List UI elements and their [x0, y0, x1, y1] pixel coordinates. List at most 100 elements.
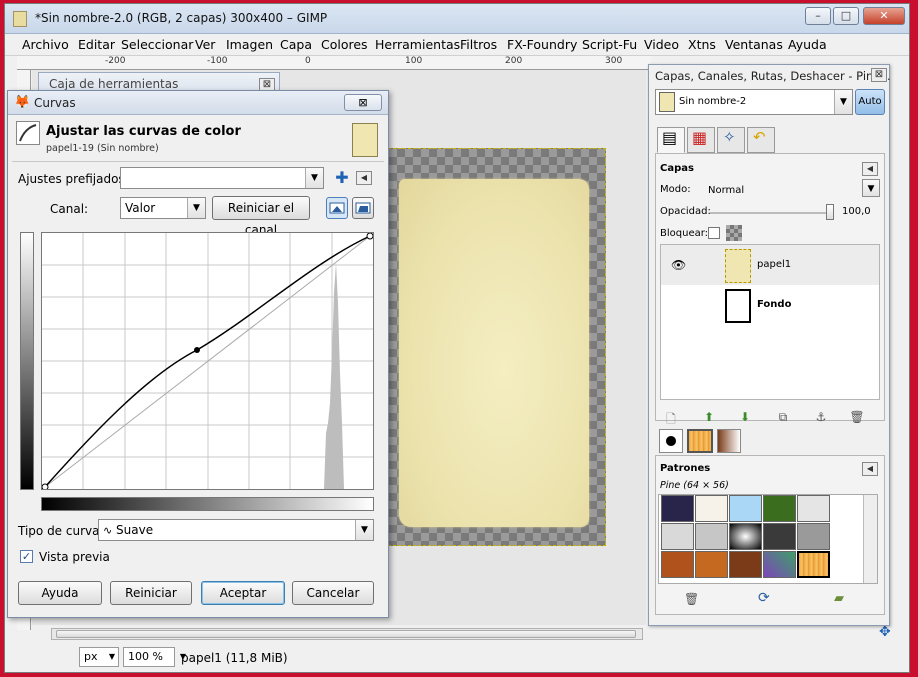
presets-combo[interactable]: ▼ — [120, 167, 324, 189]
patterns-panel: Patrones ◀ Pine (64 × 56) 🗑 ⟳ ▰ — [655, 455, 885, 615]
menu-ventanas[interactable]: Ventanas — [725, 37, 783, 52]
help-button[interactable]: Ayuda — [18, 581, 102, 605]
tab-undo[interactable]: ↶ — [747, 127, 775, 153]
panel-menu-icon[interactable]: ◀ — [862, 462, 878, 476]
log-histogram-icon[interactable] — [352, 197, 374, 219]
image-select[interactable]: Sin nombre-2 ▼ — [655, 89, 853, 115]
reset-channel-button[interactable]: Reiniciar el canal — [212, 196, 310, 237]
menu-editar[interactable]: Editar — [78, 37, 115, 52]
opacity-slider-handle[interactable] — [826, 204, 834, 220]
tab-paths[interactable]: ✧ — [717, 127, 745, 153]
curve-graph-svg[interactable] — [41, 232, 374, 491]
mode-value: Normal — [708, 185, 745, 196]
auto-button[interactable]: Auto — [855, 89, 885, 115]
cancel-button[interactable]: Cancelar — [292, 581, 374, 605]
pattern-swatch[interactable] — [661, 551, 694, 578]
ok-button[interactable]: Aceptar — [201, 581, 285, 605]
pattern-swatch-selected[interactable] — [797, 551, 830, 578]
panel-menu-icon[interactable]: ◀ — [862, 162, 878, 176]
horizontal-ruler[interactable]: -200 -100 0 100 200 300 — [17, 56, 651, 70]
preset-menu-icon[interactable]: ◀ — [356, 171, 372, 185]
layer-name[interactable]: Fondo — [757, 299, 791, 310]
title-bar[interactable]: *Sin nombre-2.0 (RGB, 2 capas) 300x400 –… — [5, 4, 909, 34]
menu-archivo[interactable]: Archivo — [22, 37, 69, 52]
opacity-value[interactable]: 100,0 — [842, 206, 871, 217]
duplicate-layer-icon[interactable]: ⧉ — [774, 410, 792, 425]
raise-layer-icon[interactable]: ⬆ — [700, 410, 718, 424]
menu-capa[interactable]: Capa — [280, 37, 312, 52]
linear-histogram-icon[interactable] — [326, 197, 348, 219]
menu-herramientas[interactable]: Herramientas — [375, 37, 460, 52]
pattern-swatch[interactable] — [729, 551, 762, 578]
channel-combo[interactable]: Valor ▼ — [120, 197, 206, 219]
pattern-swatch[interactable] — [763, 523, 796, 550]
pattern-swatch[interactable] — [763, 551, 796, 578]
pattern-swatch[interactable] — [695, 551, 728, 578]
menu-filtros[interactable]: Filtros — [460, 37, 497, 52]
menu-colores[interactable]: Colores — [321, 37, 368, 52]
curve-graph[interactable] — [41, 232, 374, 491]
pattern-swatch[interactable] — [797, 495, 830, 522]
curve-point[interactable] — [194, 347, 200, 353]
pattern-swatch[interactable] — [695, 523, 728, 550]
new-layer-icon[interactable]: 🗋 — [662, 410, 680, 431]
layer-name[interactable]: papel1 — [757, 259, 791, 270]
menu-ayuda[interactable]: Ayuda — [788, 37, 827, 52]
preview-label: Vista previa — [39, 550, 110, 564]
layer-row[interactable]: 👁 papel1 — [661, 245, 879, 285]
brushes-tab[interactable] — [659, 429, 683, 453]
gradients-tab[interactable] — [717, 429, 741, 453]
mode-combo[interactable]: Normal ▼ — [704, 179, 880, 199]
lower-layer-icon[interactable]: ⬇ — [736, 410, 754, 424]
minimize-button[interactable]: – — [805, 7, 831, 25]
open-folder-icon[interactable]: ▰ — [834, 591, 844, 606]
eye-icon[interactable]: 👁 — [671, 258, 686, 272]
menu-script-fu[interactable]: Script-Fu — [582, 37, 637, 52]
unit-select[interactable]: px ▼ — [79, 647, 119, 667]
refresh-icon[interactable]: ⟳ — [758, 590, 770, 606]
menu-xtns[interactable]: Xtns — [688, 37, 716, 52]
zoom-select[interactable]: 100 % ▼ — [123, 647, 186, 667]
image-canvas[interactable] — [388, 148, 606, 546]
curve-point[interactable] — [366, 232, 374, 240]
image-select-value: Sin nombre-2 — [679, 96, 747, 107]
curve-point[interactable] — [41, 483, 49, 491]
reset-button[interactable]: Reiniciar — [110, 581, 192, 605]
lock-pixels-checkbox[interactable] — [708, 227, 720, 239]
opacity-slider[interactable] — [710, 212, 834, 214]
layer-row[interactable]: Fondo — [661, 285, 879, 325]
preview-checkbox[interactable]: ✓ — [20, 550, 33, 563]
curves-title-bar[interactable]: 🦊 Curvas ⊠ — [8, 91, 388, 115]
pattern-swatch[interactable] — [661, 495, 694, 522]
layer-thumbnail — [725, 289, 751, 323]
menu-ver[interactable]: Ver — [195, 37, 215, 52]
scrollbar-thumb[interactable] — [56, 630, 636, 638]
delete-pattern-icon[interactable]: 🗑 — [684, 592, 699, 606]
anchor-layer-icon[interactable]: ⚓ — [812, 410, 830, 424]
maximize-button[interactable]: □ — [833, 7, 859, 25]
pattern-swatch[interactable] — [661, 523, 694, 550]
pattern-swatch[interactable] — [797, 523, 830, 550]
curves-close-button[interactable]: ⊠ — [344, 94, 382, 111]
menu-fx-foundry[interactable]: FX-Foundry — [507, 37, 577, 52]
zoom-value: 100 % — [128, 650, 163, 663]
pattern-swatch[interactable] — [729, 523, 762, 550]
delete-layer-icon[interactable]: 🗑 — [848, 410, 866, 424]
menu-video[interactable]: Video — [644, 37, 679, 52]
horizontal-scrollbar[interactable] — [51, 628, 643, 640]
patterns-header: Patrones — [660, 463, 711, 474]
curve-type-combo[interactable]: ∿ Suave ▼ — [98, 519, 374, 541]
add-preset-icon[interactable]: ✚ — [332, 169, 352, 189]
dock-close-button[interactable]: ⊠ — [871, 68, 887, 82]
pattern-swatch[interactable] — [729, 495, 762, 522]
patterns-scrollbar[interactable] — [863, 495, 877, 583]
menu-seleccionar[interactable]: Seleccionar — [121, 37, 193, 52]
pattern-swatch[interactable] — [763, 495, 796, 522]
navigate-icon[interactable]: ✥ — [879, 624, 891, 640]
patterns-tab[interactable] — [687, 429, 713, 453]
tab-layers[interactable]: ▤ — [657, 127, 685, 153]
menu-imagen[interactable]: Imagen — [226, 37, 273, 52]
tab-channels[interactable]: ▦ — [687, 127, 715, 153]
pattern-swatch[interactable] — [695, 495, 728, 522]
close-button[interactable]: ✕ — [863, 7, 905, 25]
